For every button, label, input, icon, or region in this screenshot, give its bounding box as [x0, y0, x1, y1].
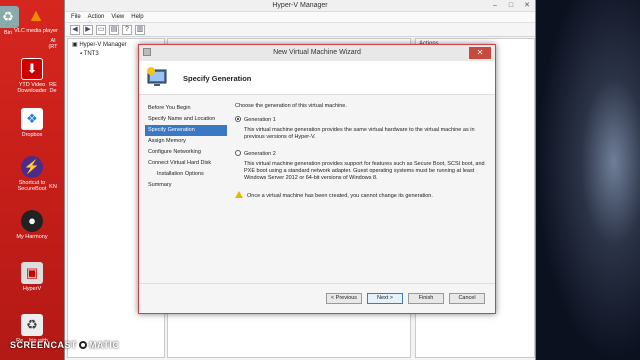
screencast-watermark: SCREENCAST MATIC [10, 340, 119, 350]
warning-text: Once a virtual machine has been created,… [247, 193, 433, 199]
desktop-icon-dropbox[interactable]: ❖ Dropbox [10, 108, 54, 138]
wizard-buttons: < Previous Next > Finish Cancel [326, 293, 485, 304]
next-button[interactable]: Next > [367, 293, 403, 304]
warning-row: Once a virtual machine has been created,… [235, 191, 493, 200]
menu-help[interactable]: Help [131, 12, 143, 22]
hyperv-title-bar[interactable]: Hyper-V Manager – □ ✕ [65, 0, 535, 12]
window-icon [143, 48, 151, 56]
gen1-option[interactable]: Generation 1 [235, 116, 493, 124]
desktop-icon-label: HyperV [22, 286, 42, 292]
cancel-button[interactable]: Cancel [449, 293, 485, 304]
gen1-radio[interactable] [235, 116, 241, 122]
close-button[interactable]: ✕ [469, 47, 491, 59]
desktop-icon-label: VLC media player [14, 28, 58, 34]
toolbar: ◀ ▶ ▭ ▤ ? ▥ [65, 23, 535, 37]
gen2-radio[interactable] [235, 150, 241, 156]
desktop-icon-hyperv[interactable]: ▣ HyperV [10, 262, 54, 292]
wizard-title: New Virtual Machine Wizard [273, 49, 361, 56]
desktop-icon-partial[interactable]: V [0, 288, 8, 294]
speaker-icon: ● [21, 210, 43, 232]
desktop-icon-harmony[interactable]: ● My Harmony [10, 210, 54, 240]
gen2-label: Generation 2 [244, 151, 276, 157]
menu-file[interactable]: File [71, 12, 81, 22]
desktop-icon-label: My Harmony [16, 234, 48, 240]
partial-label: KN [49, 184, 57, 190]
window-title: Hyper-V Manager [272, 2, 328, 9]
shortcut-icon: ⚡ [21, 156, 43, 178]
intro-text: Choose the generation of this virtual ma… [235, 103, 347, 109]
record-icon [79, 341, 88, 349]
close-icon[interactable]: ✕ [519, 0, 535, 11]
previous-button[interactable]: < Previous [326, 293, 362, 304]
tree-root-label: Hyper-V Manager [79, 42, 127, 48]
partial-label: (RT [48, 44, 58, 50]
wizard-content: Choose the generation of this virtual ma… [235, 103, 493, 283]
wizard-title-bar[interactable]: New Virtual Machine Wizard ✕ [139, 45, 495, 61]
help-icon[interactable]: ? [122, 25, 132, 35]
desktop-icon-partial[interactable]: KN [40, 184, 66, 190]
menu-bar: File Action View Help [65, 12, 535, 23]
dropbox-icon: ❖ [21, 108, 43, 130]
gen2-description: This virtual machine generation provides… [244, 161, 485, 181]
wizard-step-list: Before You Begin Specify Name and Locati… [145, 103, 227, 298]
tree-node-label: TNT3 [83, 51, 99, 57]
partial-label: De [49, 88, 57, 94]
console-icon[interactable]: ▤ [109, 25, 119, 35]
footer-divider [139, 283, 495, 284]
ytd-icon: ⬇ [21, 58, 43, 80]
hyperv-icon: ▣ [21, 262, 43, 284]
step-before-you-begin[interactable]: Before You Begin [145, 103, 227, 114]
space-wallpaper [536, 0, 640, 360]
desktop-icon-vlc[interactable]: ▲ VLC media player [14, 4, 58, 34]
finish-button[interactable]: Finish [408, 293, 444, 304]
step-configure-networking[interactable]: Configure Networking [145, 147, 227, 158]
back-icon[interactable]: ◀ [70, 25, 80, 35]
step-assign-memory[interactable]: Assign Memory [145, 136, 227, 147]
watermark-right: MATIC [89, 340, 120, 350]
step-name-location[interactable]: Specify Name and Location [145, 114, 227, 125]
menu-view[interactable]: View [111, 12, 124, 22]
maximize-icon[interactable]: □ [503, 0, 519, 11]
step-summary[interactable]: Summary [145, 180, 227, 191]
step-installation-options[interactable]: Installation Options [145, 169, 227, 180]
page-heading: Specify Generation [183, 74, 252, 83]
step-connect-vhd[interactable]: Connect Virtual Hard Disk [145, 158, 227, 169]
new-vm-wizard: New Virtual Machine Wizard ✕ Specify Gen… [138, 44, 496, 314]
recycle-bin-icon: ♻ [21, 314, 43, 336]
gen1-description: This virtual machine generation provides… [244, 127, 475, 140]
minimize-icon[interactable]: – [487, 0, 503, 11]
step-specify-generation[interactable]: Specify Generation [145, 125, 227, 136]
wizard-header: Specify Generation [139, 61, 495, 95]
desktop-icon-partial[interactable]: Al (RT [40, 38, 66, 50]
warning-icon [235, 191, 243, 198]
menu-action[interactable]: Action [88, 12, 105, 22]
forward-icon[interactable]: ▶ [83, 25, 93, 35]
folder-icon[interactable]: ▭ [96, 25, 106, 35]
gen1-label: Generation 1 [244, 117, 276, 123]
vm-monitor-icon [147, 67, 167, 86]
watermark-left: SCREENCAST [10, 340, 78, 350]
gen2-option[interactable]: Generation 2 [235, 150, 493, 158]
desktop-icon-partial[interactable]: e [0, 100, 8, 106]
panel-icon[interactable]: ▥ [135, 25, 145, 35]
desktop-icon-partial[interactable]: RE De [40, 82, 66, 94]
desktop-icon-label: Bin [4, 30, 12, 36]
vlc-icon: ▲ [27, 5, 45, 25]
desktop-icon-partial[interactable]: ft [0, 176, 8, 182]
desktop-icon-label: Dropbox [21, 132, 43, 138]
